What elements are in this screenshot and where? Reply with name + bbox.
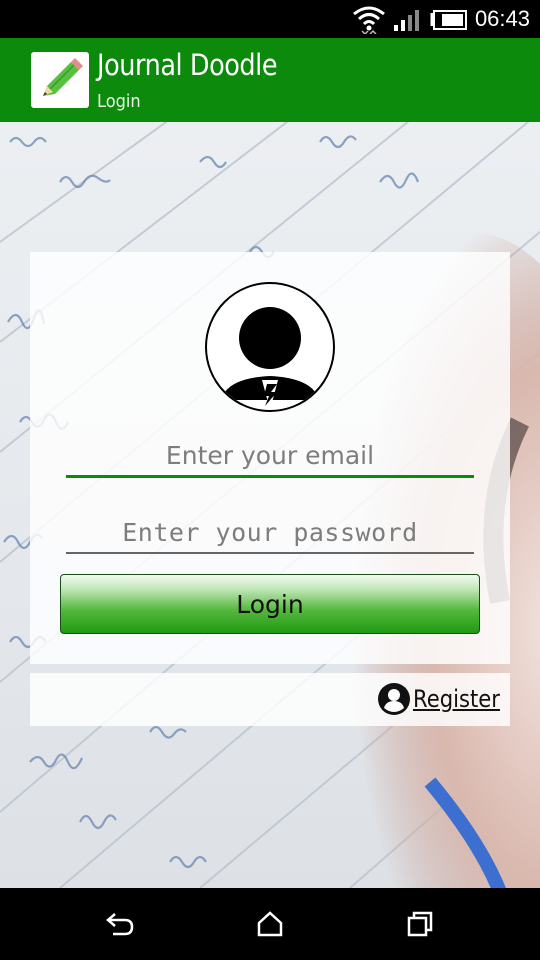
home-button[interactable] — [250, 908, 290, 940]
app-title: Journal Doodle — [97, 48, 278, 82]
account-circle-icon — [378, 683, 411, 715]
login-card: Login — [30, 252, 510, 664]
register-link[interactable]: Register — [377, 682, 502, 716]
back-button[interactable] — [100, 908, 140, 940]
action-bar: Journal Doodle Login — [0, 38, 540, 122]
wifi-icon — [352, 4, 386, 38]
email-field[interactable] — [66, 436, 474, 478]
pencil-icon — [43, 58, 83, 96]
login-button[interactable]: Login — [60, 574, 480, 634]
battery-icon — [430, 10, 468, 34]
register-label[interactable]: Register — [413, 685, 500, 713]
status-clock: 06:43 — [474, 6, 530, 31]
password-field[interactable] — [66, 514, 474, 554]
email-input[interactable] — [66, 436, 474, 474]
home-icon — [257, 911, 283, 937]
navigation-bar — [0, 888, 540, 960]
app-icon — [31, 52, 89, 108]
recents-button[interactable] — [400, 908, 440, 940]
screen-subtitle: Login — [97, 91, 141, 112]
signal-icon — [393, 8, 423, 36]
recents-icon — [407, 911, 433, 937]
password-input[interactable] — [66, 514, 474, 550]
user-avatar-icon — [205, 282, 335, 412]
status-bar: 06:43 — [0, 0, 540, 38]
back-icon — [106, 913, 134, 936]
register-bar: Register — [30, 673, 510, 726]
